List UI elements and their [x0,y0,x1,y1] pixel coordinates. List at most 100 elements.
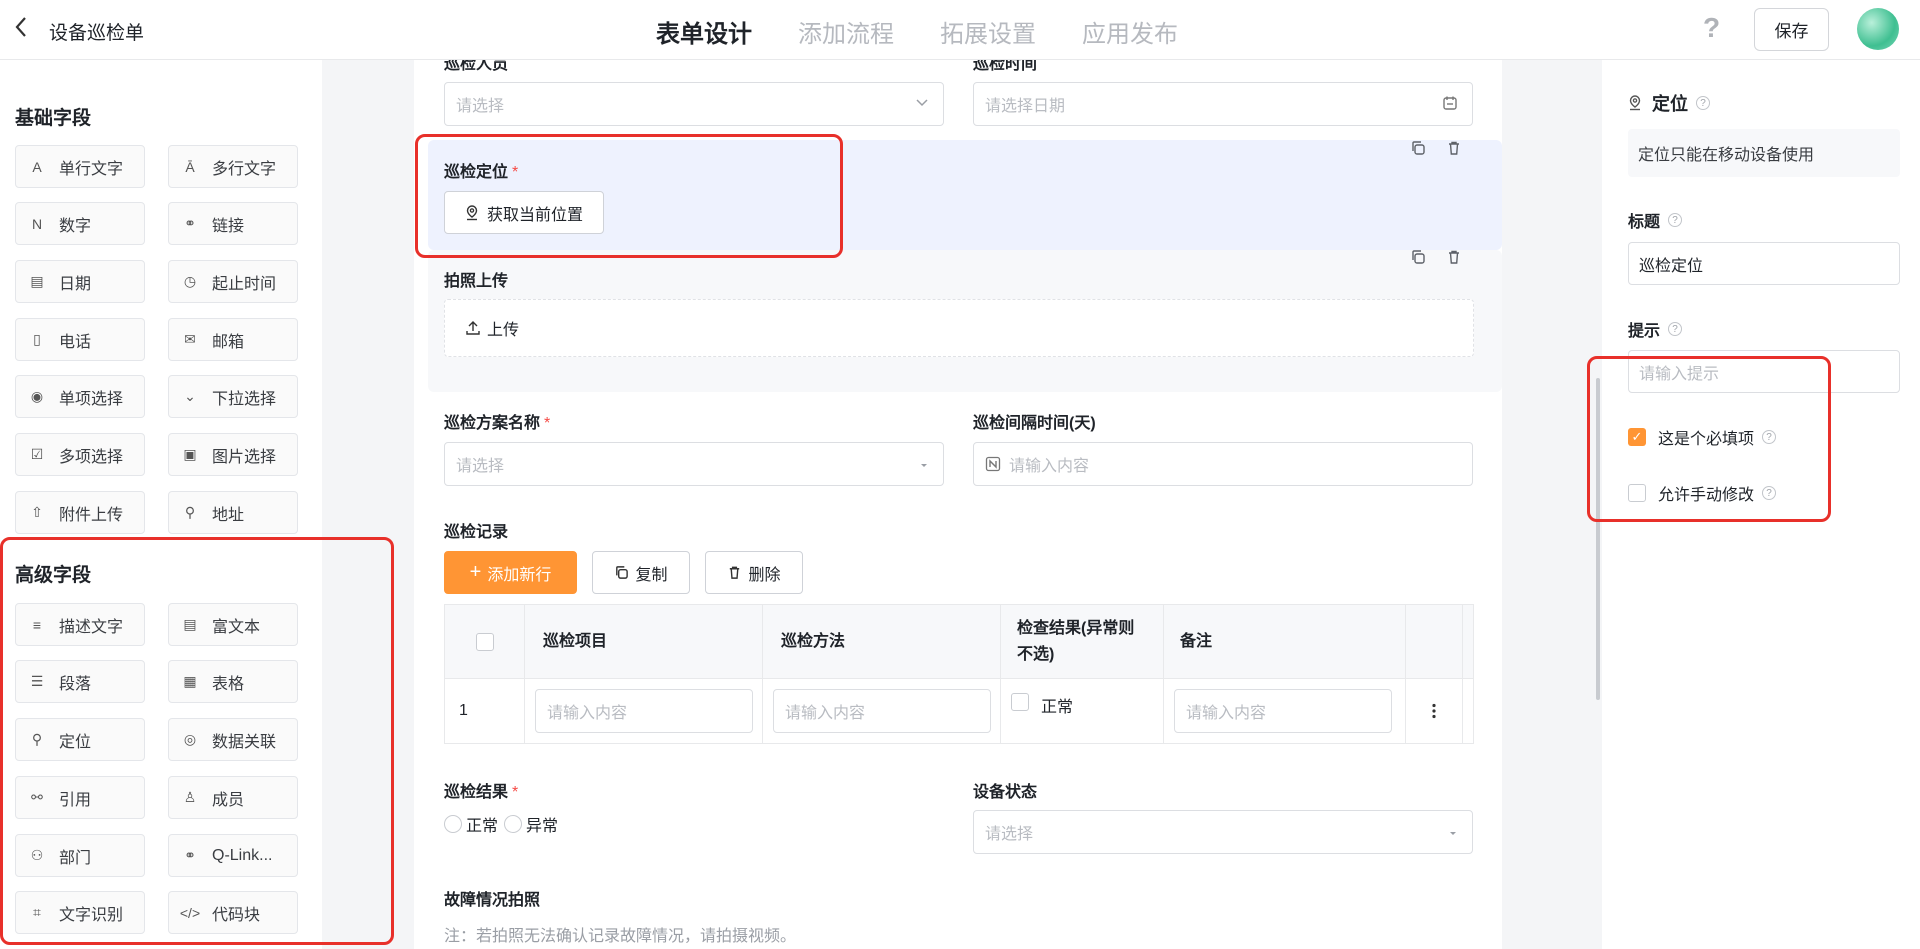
field-member[interactable]: ♙ 成员 [168,776,298,819]
inspection-date-picker[interactable]: 请选择日期 [973,82,1473,126]
help-circle-icon[interactable]: ? [1762,486,1777,500]
field-single-choice[interactable]: ◉ 单项选择 [15,375,145,418]
get-location-button[interactable]: 获取当前位置 [444,191,605,234]
plan-name-label-text: 巡检方案名称 [444,415,541,432]
field-paragraph[interactable]: ☰ 段落 [15,660,145,703]
copy-icon[interactable] [1406,136,1430,160]
field-multi-choice[interactable]: ☑ 多项选择 [15,433,145,476]
row-remark-cell: 请输入内容 [1164,679,1406,743]
hint-input[interactable]: 请输入提示 [1628,350,1900,393]
field-mail[interactable]: ✉ 邮箱 [168,318,298,361]
link-icon: ⚭ [184,215,196,231]
copy-icon[interactable] [1406,245,1430,269]
field-qlink[interactable]: ⚭ Q-Link... [168,834,298,877]
copy-icon [614,565,629,580]
field-date[interactable]: ▤ 日期 [15,260,145,303]
field-address[interactable]: ⚲ 地址 [168,491,298,534]
field-single-line-text[interactable]: A 单行文字 [15,145,145,188]
help-circle-icon[interactable]: ? [1668,213,1683,227]
abnormal-radio[interactable] [504,815,523,833]
field-phone[interactable]: ▯ 电话 [15,318,145,361]
copy-row-label: 复制 [635,566,668,584]
remark-input[interactable]: 请输入内容 [1174,689,1392,733]
interval-input[interactable]: 请输入内容 [973,442,1473,486]
placeholder: 请输入内容 [1009,458,1090,475]
help-circle-icon[interactable]: ? [1668,322,1683,336]
required-option[interactable]: ✓ 这是个必填项 ? [1628,425,1777,449]
help-circle-icon[interactable]: ? [1696,96,1710,110]
manual-edit-checkbox[interactable] [1628,484,1646,502]
field-link[interactable]: ⚭ 链接 [168,202,298,245]
title-input[interactable]: 巡检定位 [1628,242,1900,285]
copy-row-button[interactable]: 复制 [592,551,690,594]
field-multi-line-text[interactable]: Ā 多行文字 [168,145,298,188]
tab-form-design[interactable]: 表单设计 [656,14,752,65]
col-header-remark: 备注 [1164,605,1406,679]
field-label: 定位 [59,733,92,751]
left-gutter [322,60,414,949]
field-attachment[interactable]: ⇧ 附件上传 [15,491,145,534]
field-label: Q-Link... [212,846,273,864]
time-range-icon: ◷ [183,273,197,289]
field-label: 部门 [59,849,92,867]
trash-icon[interactable] [1442,136,1466,160]
device-status-select[interactable]: 请选择 [973,810,1473,854]
plan-name-select[interactable]: 请选择 [444,442,944,486]
col-header-method: 巡检方法 [763,605,1001,679]
field-department[interactable]: ⚇ 部门 [15,834,145,877]
field-label: 日期 [59,275,92,293]
ocr-icon: ⌗ [33,904,41,920]
placeholder: 请选择 [456,458,505,475]
field-dropdown[interactable]: ⌄ 下拉选择 [168,375,298,418]
field-code-block[interactable]: </> 代码块 [168,891,298,934]
field-rich-text[interactable]: ▤ 富文本 [168,603,298,646]
row-actions-cell [1406,679,1463,743]
field-image-choice[interactable]: ▣ 图片选择 [168,433,298,476]
tab-extension-settings[interactable]: 拓展设置 [940,14,1036,49]
component-note: 定位只能在移动设备使用 [1628,129,1900,177]
result-label: 巡检结果 * [444,778,518,802]
avatar[interactable] [1857,8,1899,50]
field-time-range[interactable]: ◷ 起止时间 [168,260,298,303]
field-location[interactable]: ⚲ 定位 [15,718,145,761]
trash-icon[interactable] [1442,245,1466,269]
device-status-label: 设备状态 [973,784,1038,801]
canvas-scrollbar[interactable] [1596,378,1600,700]
properties-panel: 定位 ? 定位只能在移动设备使用 标题 ? 巡检定位 提示 ? 请输入提示 ✓ … [1602,60,1920,949]
item-input[interactable]: 请输入内容 [535,689,753,733]
method-input[interactable]: 请输入内容 [773,689,991,733]
add-row-button[interactable]: + 添加新行 [444,551,577,594]
select-all-checkbox[interactable] [475,633,494,651]
question-icon[interactable]: ? [1703,12,1720,44]
field-label: 引用 [59,791,92,809]
save-button[interactable]: 保存 [1754,8,1829,51]
field-label: 起止时间 [212,275,277,293]
inspector-select[interactable]: 请选择 [444,82,944,126]
field-data-link[interactable]: ◎ 数据关联 [168,718,298,761]
field-number[interactable]: N 数字 [15,202,145,245]
plus-icon: + [469,561,482,583]
tab-add-flow[interactable]: 添加流程 [798,14,894,49]
field-table[interactable]: ▦ 表格 [168,660,298,703]
upload-label: 上传 [487,322,520,339]
chevron-left-icon[interactable] [14,16,28,44]
field-reference[interactable]: ⚯ 引用 [15,776,145,819]
rich-text-icon: ▤ [183,616,197,632]
required-checkbox[interactable]: ✓ [1628,428,1646,446]
calendar-icon: ▤ [30,273,44,289]
field-description[interactable]: ≡ 描述文字 [15,603,145,646]
tab-app-publish[interactable]: 应用发布 [1082,14,1178,49]
delete-row-button[interactable]: 删除 [705,551,803,594]
normal-radio[interactable] [444,815,462,833]
more-vertical-icon[interactable] [1432,703,1436,719]
field-label: 图片选择 [212,448,277,466]
upload-area[interactable]: 上传 [444,299,1474,357]
help-circle-icon[interactable]: ? [1762,430,1777,444]
get-location-label: 获取当前位置 [487,206,584,224]
normal-label: 正常 [1041,699,1074,716]
manual-edit-option[interactable]: 允许手动修改 ? [1628,481,1777,505]
normal-checkbox[interactable] [1011,693,1029,711]
field-ocr[interactable]: ⌗ 文字识别 [15,891,145,934]
delete-row-label: 删除 [748,566,781,584]
record-label: 巡检记录 [444,524,509,541]
